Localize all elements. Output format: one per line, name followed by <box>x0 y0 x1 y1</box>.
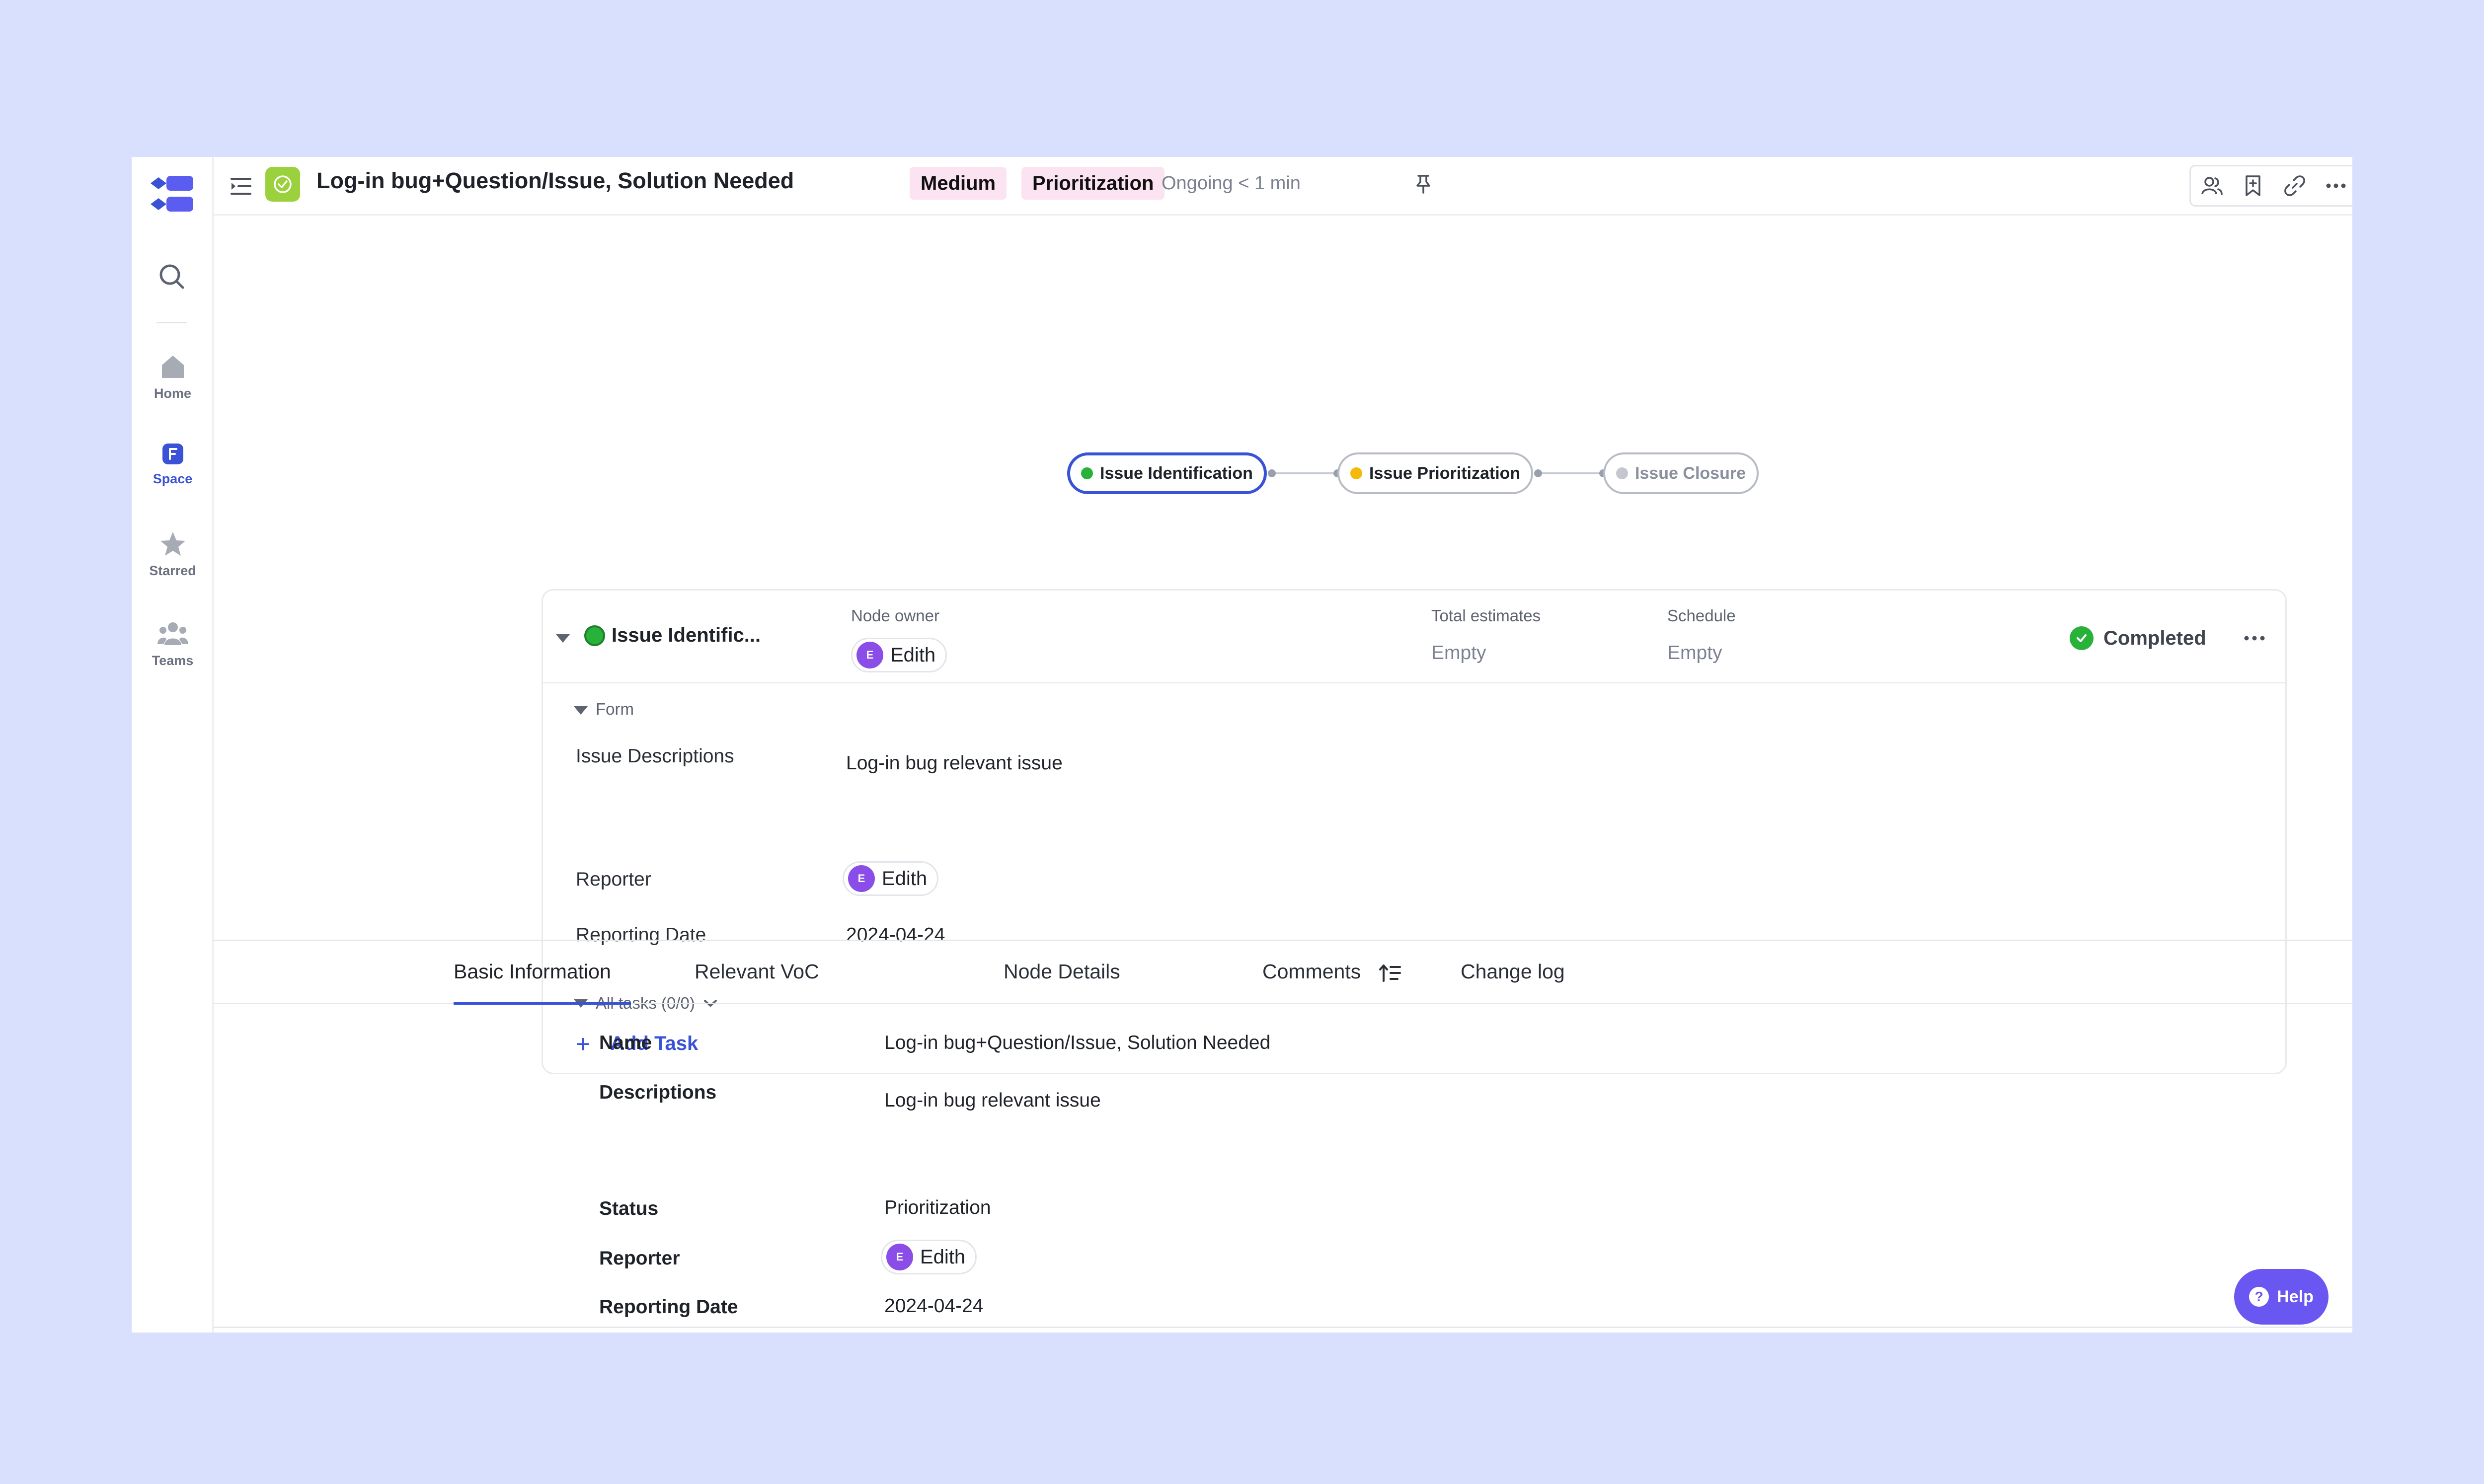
info-name-value[interactable]: Log-in bug+Question/Issue, Solution Need… <box>884 1032 1270 1054</box>
issue-descriptions-value[interactable]: Log-in bug relevant issue <box>846 752 1063 774</box>
user-name: Edith <box>920 1246 966 1268</box>
form-section-toggle[interactable]: Form <box>574 700 634 719</box>
collapse-caret-icon[interactable] <box>556 634 570 643</box>
plus-icon: + <box>576 1030 591 1058</box>
node-name: Issue Identific... <box>612 624 761 646</box>
user-name: Edith <box>882 867 928 890</box>
help-button[interactable]: ? Help <box>2234 1269 2329 1325</box>
app-logo[interactable] <box>150 175 194 213</box>
sidebar-item-space[interactable]: Space <box>132 443 214 487</box>
schedule-label: Schedule <box>1667 606 1736 625</box>
node-status-dot <box>1616 467 1628 479</box>
search-icon[interactable] <box>155 260 189 294</box>
tab-node-details[interactable]: Node Details <box>1004 960 1120 983</box>
active-tab-indicator <box>454 1002 631 1005</box>
sidebar-item-home[interactable]: Home <box>132 353 214 401</box>
avatar: E <box>848 865 875 892</box>
bookmark-button[interactable] <box>2233 166 2274 205</box>
sidebar-divider <box>156 322 187 323</box>
pipeline-node-label: Issue Closure <box>1635 463 1746 483</box>
link-icon <box>2284 175 2305 196</box>
info-descriptions-label: Descriptions <box>599 1082 717 1103</box>
tab-comments-label: Comments <box>1262 960 1361 983</box>
home-icon <box>161 356 184 378</box>
space-icon <box>162 444 183 464</box>
pipeline-connector-dot <box>1534 469 1542 477</box>
node-status-dot <box>1081 467 1093 479</box>
teams-icon <box>157 622 188 645</box>
info-reporting-date-value[interactable]: 2024-04-24 <box>884 1295 984 1317</box>
members-icon <box>2201 177 2223 195</box>
sidebar-item-starred[interactable]: Starred <box>132 530 214 579</box>
tab-change-log[interactable]: Change log <box>1461 960 1565 983</box>
avatar: E <box>886 1244 913 1270</box>
collapse-caret-icon <box>574 706 588 715</box>
tab-comments[interactable]: Comments <box>1262 960 1401 983</box>
reporter-chip[interactable]: E Edith <box>843 861 939 896</box>
pipeline-node-issue-identification[interactable]: Issue Identification <box>1067 452 1267 494</box>
pipeline-connector-dot <box>1268 469 1276 477</box>
info-reporter-chip[interactable]: E Edith <box>881 1240 977 1274</box>
app-window: Home Space Starred Teams Log-in bug+Ques… <box>132 157 2352 1333</box>
help-label: Help <box>2277 1287 2314 1306</box>
copy-link-button[interactable] <box>2274 166 2316 205</box>
completed-status[interactable]: Completed <box>2070 626 2206 650</box>
tab-relevant-voc[interactable]: Relevant VoC <box>695 960 819 983</box>
status-badge[interactable]: Prioritization <box>1021 167 1165 200</box>
node-owner-chip[interactable]: E Edith <box>851 638 947 672</box>
node-owner-label: Node owner <box>851 606 939 625</box>
info-status-value[interactable]: Prioritization <box>884 1197 991 1219</box>
detail-tabs: Basic Information Relevant VoC Node Deta… <box>214 940 2352 1005</box>
help-icon: ? <box>2249 1287 2269 1307</box>
more-icon[interactable] <box>2242 628 2267 648</box>
form-section-label: Form <box>596 700 634 718</box>
user-name: Edith <box>890 644 936 666</box>
members-button[interactable] <box>2191 166 2233 205</box>
estimates-value[interactable]: Empty <box>1431 642 1486 664</box>
sort-icon[interactable] <box>1379 963 1401 983</box>
node-status-dot <box>1350 467 1362 479</box>
sidebar-item-label: Space <box>153 471 193 486</box>
status-text: Completed <box>2103 627 2206 649</box>
schedule-value[interactable]: Empty <box>1667 642 1722 664</box>
pipeline-node-label: Issue Prioritization <box>1369 463 1521 483</box>
avatar: E <box>856 642 883 668</box>
app-sidebar: Home Space Starred Teams <box>132 157 214 1333</box>
sidebar-item-label: Starred <box>149 563 196 578</box>
info-reporting-date-label: Reporting Date <box>599 1296 738 1318</box>
duration-text: Ongoing < 1 min <box>1162 173 1301 194</box>
status-icon <box>265 167 300 202</box>
reporter-label: Reporter <box>576 869 651 890</box>
sidebar-item-teams[interactable]: Teams <box>132 620 214 668</box>
pin-icon[interactable] <box>1411 172 1435 196</box>
estimates-label: Total estimates <box>1431 606 1541 625</box>
sidebar-item-label: Teams <box>152 653 194 668</box>
pipeline-connector <box>1537 472 1603 474</box>
pipeline-node-label: Issue Identification <box>1100 463 1253 483</box>
pipeline-node-issue-prioritization[interactable]: Issue Prioritization <box>1337 452 1534 494</box>
sidebar-item-label: Home <box>154 386 191 401</box>
pipeline-connector <box>1270 472 1337 474</box>
info-reporter-label: Reporter <box>599 1248 680 1269</box>
tab-basic-information[interactable]: Basic Information <box>454 960 611 983</box>
pipeline-node-issue-closure[interactable]: Issue Closure <box>1603 452 1759 494</box>
panel-divider <box>214 1327 2352 1328</box>
info-name-label: Name <box>599 1032 652 1053</box>
workflow-pipeline: Issue Identification Issue Prioritizatio… <box>1067 452 1763 496</box>
star-icon <box>160 532 185 556</box>
more-icon <box>2326 183 2346 188</box>
info-status-label: Status <box>599 1198 659 1219</box>
expand-panel-icon[interactable] <box>230 175 252 198</box>
info-descriptions-value[interactable]: Log-in bug relevant issue <box>884 1090 1101 1112</box>
more-button[interactable] <box>2316 166 2353 205</box>
detail-header: Log-in bug+Question/Issue, Solution Need… <box>214 157 2352 216</box>
node-status-dot <box>584 625 605 646</box>
check-circle-icon <box>2070 626 2094 650</box>
priority-badge[interactable]: Medium <box>910 167 1007 200</box>
header-action-group <box>2189 165 2352 207</box>
page-title: Log-in bug+Question/Issue, Solution Need… <box>316 168 794 193</box>
bookmark-icon <box>2246 175 2260 196</box>
issue-descriptions-label: Issue Descriptions <box>576 745 734 767</box>
node-card-header: Issue Identific... Node owner E Edith To… <box>543 591 2285 683</box>
